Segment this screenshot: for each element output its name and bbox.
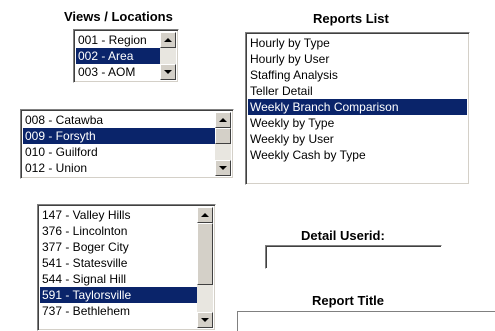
branch-listbox-items: 147 - Valley Hills 376 - Lincolnton 377 - … bbox=[40, 207, 197, 328]
triangle-down-icon bbox=[164, 70, 172, 74]
list-item[interactable]: 008 - Catawba bbox=[23, 112, 215, 128]
views-locations-title: Views / Locations bbox=[64, 9, 173, 24]
reports-listbox-items: Hourly by Type Hourly by User Staffing Ana… bbox=[248, 35, 467, 182]
list-item[interactable]: Hourly by User bbox=[248, 51, 467, 67]
area-listbox-items: 008 - Catawba 009 - Forsyth 010 - Guilford… bbox=[23, 112, 215, 176]
reports-listbox[interactable]: Hourly by Type Hourly by User Staffing Ana… bbox=[245, 32, 470, 185]
report-title-field[interactable] bbox=[237, 311, 495, 331]
branch-listbox[interactable]: 147 - Valley Hills 376 - Lincolnton 377 - … bbox=[37, 204, 216, 331]
branch-scrollbar[interactable] bbox=[197, 207, 213, 328]
list-item[interactable]: Weekly by User bbox=[248, 131, 467, 147]
area-listbox[interactable]: 008 - Catawba 009 - Forsyth 010 - Guilford… bbox=[20, 109, 234, 179]
list-item[interactable]: Weekly Cash by Type bbox=[248, 147, 467, 163]
list-item[interactable]: 377 - Boger City bbox=[40, 239, 197, 255]
list-item[interactable]: 541 - Statesville bbox=[40, 255, 197, 271]
list-item[interactable]: 737 - Bethlehem bbox=[40, 303, 197, 319]
area-scrollbar[interactable] bbox=[215, 112, 231, 176]
scroll-down-button[interactable] bbox=[197, 312, 213, 328]
level-scrollbar[interactable] bbox=[160, 32, 176, 80]
scroll-up-button[interactable] bbox=[215, 112, 231, 128]
scroll-up-button[interactable] bbox=[160, 32, 176, 48]
scroll-down-button[interactable] bbox=[215, 160, 231, 176]
triangle-down-icon bbox=[219, 166, 227, 170]
list-item[interactable]: Staffing Analysis bbox=[248, 67, 467, 83]
report-title-label: Report Title bbox=[312, 293, 384, 308]
triangle-down-icon bbox=[201, 318, 209, 322]
detail-userid-input[interactable] bbox=[265, 245, 442, 269]
list-item[interactable]: 003 - AOM bbox=[76, 64, 160, 80]
triangle-up-icon bbox=[164, 38, 172, 42]
list-item[interactable]: Teller Detail bbox=[248, 83, 467, 99]
level-listbox-items: 001 - Region 002 - Area 003 - AOM bbox=[76, 32, 160, 80]
level-listbox[interactable]: 001 - Region 002 - Area 003 - AOM bbox=[73, 29, 179, 83]
list-item[interactable]: 544 - Signal Hill bbox=[40, 271, 197, 287]
list-item[interactable]: 376 - Lincolnton bbox=[40, 223, 197, 239]
list-item[interactable]: Weekly by Type bbox=[248, 115, 467, 131]
list-item[interactable]: Hourly by Type bbox=[248, 35, 467, 51]
triangle-up-icon bbox=[219, 118, 227, 122]
list-item[interactable]: 001 - Region bbox=[76, 32, 160, 48]
scroll-up-button[interactable] bbox=[197, 207, 213, 223]
list-item[interactable]: 012 - Union bbox=[23, 160, 215, 176]
list-item[interactable]: 010 - Guilford bbox=[23, 144, 215, 160]
list-item[interactable]: 002 - Area bbox=[76, 48, 160, 64]
reports-list-title: Reports List bbox=[313, 11, 389, 26]
list-item[interactable]: Weekly Branch Comparison bbox=[248, 99, 467, 115]
scroll-down-button[interactable] bbox=[160, 64, 176, 80]
triangle-up-icon bbox=[201, 213, 209, 217]
list-item[interactable]: 591 - Taylorsville bbox=[40, 287, 197, 303]
list-item[interactable]: 009 - Forsyth bbox=[23, 128, 215, 144]
detail-userid-label: Detail Userid: bbox=[301, 228, 385, 243]
scroll-thumb[interactable] bbox=[215, 128, 231, 144]
scroll-thumb[interactable] bbox=[197, 223, 213, 285]
list-item[interactable]: 147 - Valley Hills bbox=[40, 207, 197, 223]
